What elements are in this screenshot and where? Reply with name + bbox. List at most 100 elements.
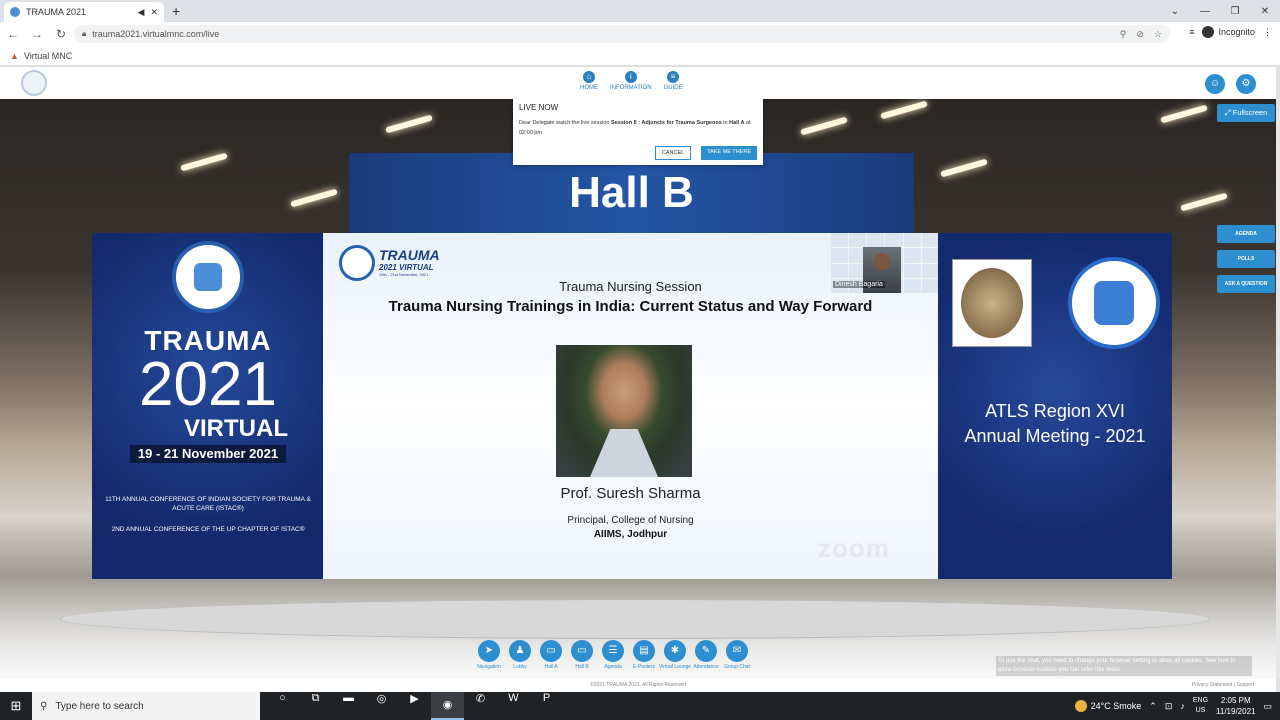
footer-privacy-links[interactable]: Privacy Statement | Support [1192,682,1254,688]
navigation-icon: ➤ [478,640,500,662]
nav-guide[interactable]: ≡ GUIDE [664,71,683,91]
popup-cancel-button[interactable]: CANCEL [654,146,692,160]
task-view-icon[interactable]: ⧉ [299,692,332,720]
bottom-nav-hall-b-label: Hall B [575,664,589,670]
ask-question-button[interactable]: ASK A QUESTION [1217,275,1275,293]
menu-icon[interactable]: ⋮ [1263,27,1272,38]
popup-session: Session II : Adjuncts for Trauma Surgeon… [611,120,722,126]
presentation-slide: TRAUMA 2021 VIRTUAL 19th - 21st November… [323,233,939,579]
virtual-hall-scene: Hall B TRAUMA 2021 VIRTUAL 19 - 21 Novem… [0,99,1276,679]
fullscreen-button[interactable]: ⤢ Fullscreen [1217,104,1275,122]
ceiling-light [940,158,988,178]
chat-cookie-notice: To use the chat, you need to change your… [996,656,1252,676]
bottom-nav-group-chat[interactable]: ✉ Group Chat [724,640,750,670]
slide-brand-virtual: 2021 VIRTUAL [379,263,434,272]
restore-button[interactable]: ❐ [1220,6,1250,17]
settings-gear-icon[interactable]: ⚙ [1236,74,1256,94]
slide-brand-trauma: TRAUMA [379,247,440,263]
user-profile-icon[interactable]: ☺ [1205,74,1225,94]
tray-chevron-icon[interactable]: ⌃ [1149,701,1157,712]
reading-list-icon[interactable]: ≡ [1189,27,1194,37]
lounge-icon: ✱ [664,640,686,662]
popup-message-pre: Dear Delegate watch the live session [519,120,612,126]
weather-widget[interactable]: 24°C Smoke [1074,700,1141,712]
word-icon[interactable]: W [497,692,530,720]
attendance-icon: ✎ [695,640,717,662]
eye-off-icon[interactable]: ⊘ [1136,29,1144,40]
bottom-nav-lobby-label: Lobby [513,664,527,670]
bottom-nav-hall-b[interactable]: ▭ Hall B [571,640,593,670]
browser-tab[interactable]: TRAUMA 2021 ◀ ✕ [4,2,164,22]
hall-a-icon: ▭ [540,640,562,662]
powerpoint-icon[interactable]: P [530,692,563,720]
tab-close-icon[interactable]: ✕ [150,7,158,18]
popup-take-me-there-button[interactable]: TAKE ME THERE [701,146,757,160]
page-footer: ©2021 TRAUMA 2021. All Rights Reserved P… [0,679,1276,692]
bottom-nav-hall-a[interactable]: ▭ Hall A [540,640,562,670]
polls-button[interactable]: POLLS [1217,250,1275,268]
reload-button[interactable]: ↻ [50,27,72,41]
minimize-button[interactable]: — [1190,6,1220,17]
chrome-icon[interactable]: ◉ [431,692,464,720]
bottom-nav-lobby[interactable]: ♟ Lobby [509,640,531,670]
nav-guide-label: GUIDE [663,85,683,91]
speaker-photo [556,345,692,477]
guide-icon: ≡ [667,71,680,83]
app-icon[interactable]: ◎ [365,692,398,720]
bottom-nav-virtual-lounge[interactable]: ✱ Virtual Lounge [659,640,691,670]
bottom-nav-navigation[interactable]: ➤ Navigation [477,640,501,670]
slide-session: Trauma Nursing Session [559,279,702,294]
fullscreen-label: Fullscreen [1232,108,1268,117]
app-logo[interactable] [21,70,47,96]
language-indicator[interactable]: ENG US [1193,696,1208,716]
bottom-nav-e-posters[interactable]: ▤ E-Posters [633,640,655,670]
bookmark-virtual-mnc[interactable]: Virtual MNC [24,51,72,61]
zoom-icon[interactable]: ⚲ [1120,29,1127,40]
bottom-nav-agenda[interactable]: ☰ Agenda [602,640,624,670]
cortana-icon[interactable]: ○ [266,692,299,720]
close-window-button[interactable]: ✕ [1250,6,1280,17]
bottom-nav-attendance[interactable]: ✎ Attendance [693,640,719,670]
left-banner-dates: 19 - 21 November 2021 [130,445,286,463]
agenda-icon: ☰ [602,640,624,662]
ceiling-light [385,114,433,134]
app-nav: ⌂ HOME i INFORMATION ≡ GUIDE [580,71,683,91]
bottom-nav-virtual-lounge-label: Virtual Lounge [658,664,692,670]
group-chat-icon: ✉ [726,640,748,662]
nav-information[interactable]: i INFORMATION [610,71,652,91]
bottom-navigation: ➤ Navigation ♟ Lobby ▭ Hall A ▭ Hall B ☰ Agen… [477,640,750,670]
speaker-role: Principal, College of Nursing [567,515,694,526]
bookmark-icon: ▲ [10,50,19,61]
system-tray: 24°C Smoke ⌃ ⊡ ♪ ENG US 2:05 PM 11/19/20… [1074,692,1272,720]
bookmark-star-icon[interactable]: ☆ [1154,29,1162,40]
back-button[interactable]: ← [2,27,24,41]
right-banner-panel: ATLS Region XVI Annual Meeting - 2021 [938,233,1172,579]
volume-icon[interactable]: ♪ [1180,701,1185,711]
taskbar-search[interactable]: ⚲ Type here to search [32,692,260,720]
lock-icon[interactable]: 🔒︎ [82,29,86,39]
bottom-nav-navigation-label: Navigation [477,664,501,670]
page-scrollbar[interactable] [1276,99,1280,679]
popup-title: LIVE NOW [519,103,559,112]
windows-start-icon[interactable]: ⊞ [0,698,32,714]
tab-title: TRAUMA 2021 [26,7,87,17]
language-region: US [1195,707,1206,714]
left-banner-panel: TRAUMA 2021 VIRTUAL 19 - 21 November 202… [92,233,324,579]
audio-icon[interactable]: ◀ [138,7,145,18]
taskbar-clock[interactable]: 2:05 PM 11/19/2021 [1216,695,1255,717]
notification-icon[interactable]: ▭ [1263,701,1272,712]
whatsapp-icon[interactable]: ✆ [464,692,497,720]
forward-button[interactable]: → [26,27,48,41]
new-tab-button[interactable]: + [172,3,180,19]
nav-home[interactable]: ⌂ HOME [580,71,598,91]
home-icon: ⌂ [583,71,595,83]
tab-search-icon[interactable]: ⌄ [1160,6,1190,17]
zoom-app-icon[interactable]: ▶ [398,692,431,720]
lobby-icon: ♟ [509,640,531,662]
agenda-button[interactable]: AGENDA [1217,225,1275,243]
address-bar[interactable]: 🔒︎ trauma2021.virtualmnc.com/live ⚲ ⊘ ☆ [74,25,1170,43]
incognito-indicator[interactable]: Incognito [1202,26,1255,38]
file-explorer-icon[interactable]: ▬ [332,692,365,720]
right-banner-text: ATLS Region XVI Annual Meeting - 2021 [938,399,1172,449]
network-icon[interactable]: ⊡ [1165,701,1173,712]
